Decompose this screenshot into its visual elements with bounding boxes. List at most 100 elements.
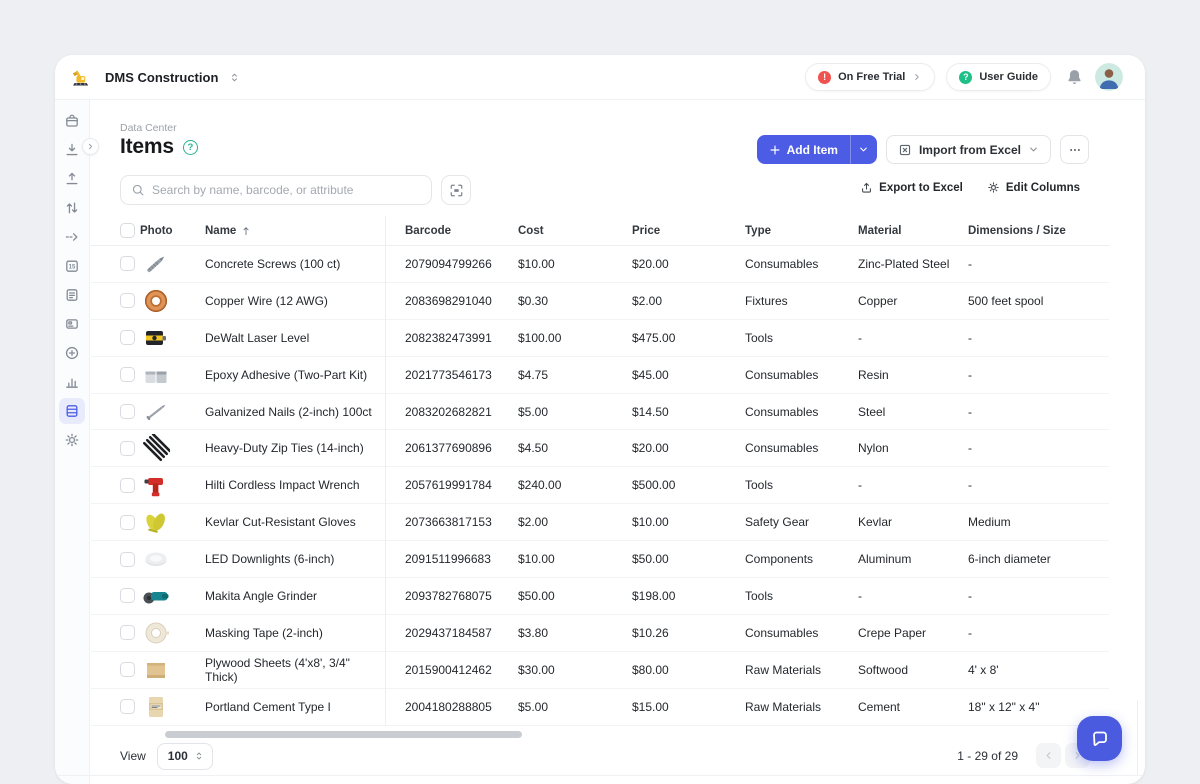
import-from-excel-button[interactable]: Import from Excel bbox=[886, 135, 1051, 164]
search-box[interactable] bbox=[120, 175, 432, 205]
cell-price: $198.00 bbox=[632, 589, 745, 603]
cell-type: Consumables bbox=[745, 257, 858, 271]
cell-cost: $4.75 bbox=[518, 368, 632, 382]
cell-name: Epoxy Adhesive (Two-Part Kit) bbox=[205, 368, 385, 382]
topbar: DMS Construction ! On Free Trial ? User … bbox=[55, 55, 1145, 100]
cell-cost: $5.00 bbox=[518, 700, 632, 714]
column-header-dimensions[interactable]: Dimensions / Size bbox=[968, 225, 1090, 237]
sidebar-item-calendar[interactable]: 15 bbox=[59, 253, 85, 279]
search-input[interactable] bbox=[152, 183, 421, 197]
edit-columns-button[interactable]: Edit Columns bbox=[987, 181, 1080, 194]
row-checkbox[interactable] bbox=[120, 662, 135, 677]
more-actions-button[interactable] bbox=[1060, 135, 1089, 164]
cell-material: Resin bbox=[858, 368, 968, 382]
column-header-photo[interactable]: Photo bbox=[140, 225, 205, 237]
table-row[interactable]: Concrete Screws (100 ct) 2079094799266 $… bbox=[91, 246, 1109, 283]
cell-name: Plywood Sheets (4'x8', 3/4" Thick) bbox=[205, 656, 385, 684]
barcode-scan-button[interactable] bbox=[441, 175, 471, 205]
page-size-value: 100 bbox=[168, 749, 188, 763]
table-row[interactable]: Copper Wire (12 AWG) 2083698291040 $0.30… bbox=[91, 283, 1109, 320]
sidebar-item-arrow-dashed-right[interactable] bbox=[59, 224, 85, 250]
free-trial-pill[interactable]: ! On Free Trial bbox=[805, 63, 935, 91]
cell-name: DeWalt Laser Level bbox=[205, 331, 385, 345]
table-row[interactable]: DeWalt Laser Level 2082382473991 $100.00… bbox=[91, 320, 1109, 357]
table-row[interactable]: Portland Cement Type I 2004180288805 $5.… bbox=[91, 689, 1109, 726]
cell-name: Hilti Cordless Impact Wrench bbox=[205, 478, 385, 492]
arrow-dashed-right-icon bbox=[64, 229, 80, 245]
row-checkbox[interactable] bbox=[120, 367, 135, 382]
cell-barcode: 2082382473991 bbox=[405, 331, 518, 345]
vertical-scrollbar-track bbox=[1137, 700, 1138, 775]
cell-price: $2.00 bbox=[632, 294, 745, 308]
swap-vertical-icon bbox=[64, 200, 80, 216]
previous-page-button[interactable] bbox=[1036, 743, 1061, 768]
sidebar-item-box[interactable] bbox=[59, 108, 85, 134]
sidebar-item-download[interactable] bbox=[59, 137, 85, 163]
table-row[interactable]: LED Downlights (6-inch) 2091511996683 $1… bbox=[91, 541, 1109, 578]
row-checkbox[interactable] bbox=[120, 404, 135, 419]
export-to-excel-button[interactable]: Export to Excel bbox=[860, 181, 963, 194]
items-help-icon[interactable]: ? bbox=[183, 140, 198, 155]
sidebar-item-bar-chart[interactable] bbox=[59, 369, 85, 395]
row-checkbox[interactable] bbox=[120, 478, 135, 493]
cell-material: Cement bbox=[858, 700, 968, 714]
horizontal-scrollbar[interactable] bbox=[165, 731, 522, 738]
sidebar-item-plus-circle[interactable] bbox=[59, 340, 85, 366]
sidebar-item-form[interactable] bbox=[59, 282, 85, 308]
cell-dimensions: Medium bbox=[968, 515, 1090, 529]
table-row[interactable]: Heavy-Duty Zip Ties (14-inch) 2061377690… bbox=[91, 430, 1109, 467]
table-row[interactable]: Hilti Cordless Impact Wrench 20576199917… bbox=[91, 467, 1109, 504]
page-size-select[interactable]: 100 bbox=[157, 743, 213, 770]
cell-barcode: 2079094799266 bbox=[405, 257, 518, 271]
column-header-material[interactable]: Material bbox=[858, 225, 968, 237]
calendar-icon: 15 bbox=[64, 258, 80, 274]
add-item-dropdown[interactable] bbox=[850, 135, 877, 164]
cell-type: Consumables bbox=[745, 626, 858, 640]
column-header-type[interactable]: Type bbox=[745, 225, 858, 237]
form-icon bbox=[64, 287, 80, 303]
cell-dimensions: - bbox=[968, 368, 1090, 382]
sidebar-item-gear[interactable] bbox=[59, 427, 85, 453]
import-label: Import from Excel bbox=[919, 143, 1021, 157]
cell-type: Tools bbox=[745, 331, 858, 345]
cell-name: LED Downlights (6-inch) bbox=[205, 552, 385, 566]
notifications-bell-icon[interactable] bbox=[1065, 68, 1084, 87]
cell-dimensions: 6-inch diameter bbox=[968, 552, 1090, 566]
row-checkbox[interactable] bbox=[120, 441, 135, 456]
cell-name: Galvanized Nails (2-inch) 100ct bbox=[205, 405, 385, 419]
table-row[interactable]: Makita Angle Grinder 2093782768075 $50.0… bbox=[91, 578, 1109, 615]
cell-cost: $3.80 bbox=[518, 626, 632, 640]
column-header-price[interactable]: Price bbox=[632, 225, 745, 237]
cell-type: Components bbox=[745, 552, 858, 566]
user-guide-pill[interactable]: ? User Guide bbox=[946, 63, 1051, 91]
column-header-cost[interactable]: Cost bbox=[518, 225, 632, 237]
row-checkbox[interactable] bbox=[120, 515, 135, 530]
table-row[interactable]: Plywood Sheets (4'x8', 3/4" Thick) 20159… bbox=[91, 652, 1109, 689]
select-all-checkbox[interactable] bbox=[120, 223, 135, 238]
sidebar-item-swap-vertical[interactable] bbox=[59, 195, 85, 221]
sidebar-expand-button[interactable] bbox=[82, 138, 99, 155]
sidebar-item-upload[interactable] bbox=[59, 166, 85, 192]
selector-icon bbox=[194, 750, 204, 762]
cell-barcode: 2061377690896 bbox=[405, 441, 518, 455]
sidebar-item-card[interactable] bbox=[59, 311, 85, 337]
row-checkbox[interactable] bbox=[120, 552, 135, 567]
table-row[interactable]: Masking Tape (2-inch) 2029437184587 $3.8… bbox=[91, 615, 1109, 652]
add-item-button[interactable]: Add Item bbox=[757, 135, 877, 164]
row-checkbox[interactable] bbox=[120, 256, 135, 271]
company-selector-icon[interactable] bbox=[229, 71, 240, 84]
row-checkbox[interactable] bbox=[120, 293, 135, 308]
column-header-name[interactable]: Name bbox=[205, 225, 385, 237]
row-checkbox[interactable] bbox=[120, 625, 135, 640]
sidebar-item-database[interactable] bbox=[59, 398, 85, 424]
row-checkbox[interactable] bbox=[120, 330, 135, 345]
cell-cost: $30.00 bbox=[518, 663, 632, 677]
chat-widget-button[interactable] bbox=[1077, 716, 1122, 761]
table-row[interactable]: Kevlar Cut-Resistant Gloves 207366381715… bbox=[91, 504, 1109, 541]
table-row[interactable]: Epoxy Adhesive (Two-Part Kit) 2021773546… bbox=[91, 357, 1109, 394]
row-checkbox[interactable] bbox=[120, 588, 135, 603]
table-row[interactable]: Galvanized Nails (2-inch) 100ct 20832026… bbox=[91, 394, 1109, 431]
column-header-barcode[interactable]: Barcode bbox=[405, 225, 518, 237]
row-checkbox[interactable] bbox=[120, 699, 135, 714]
user-avatar[interactable] bbox=[1095, 63, 1123, 91]
